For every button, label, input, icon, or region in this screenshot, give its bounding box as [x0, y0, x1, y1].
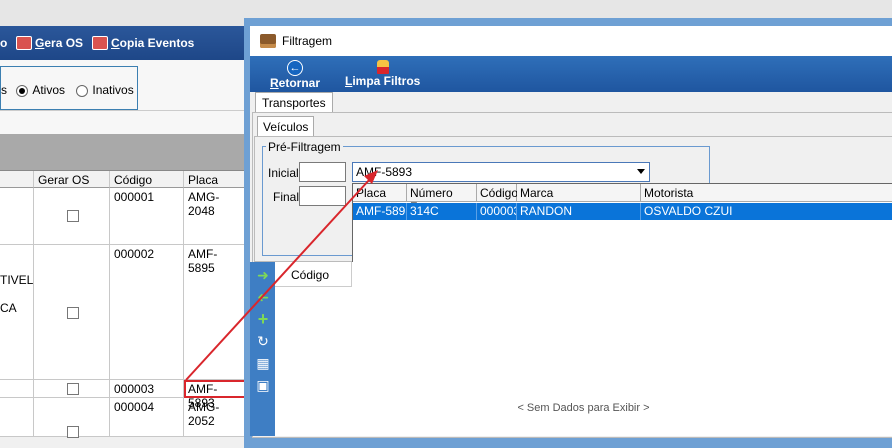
annotation-arrow — [185, 170, 378, 381]
arrow-line — [185, 178, 371, 381]
